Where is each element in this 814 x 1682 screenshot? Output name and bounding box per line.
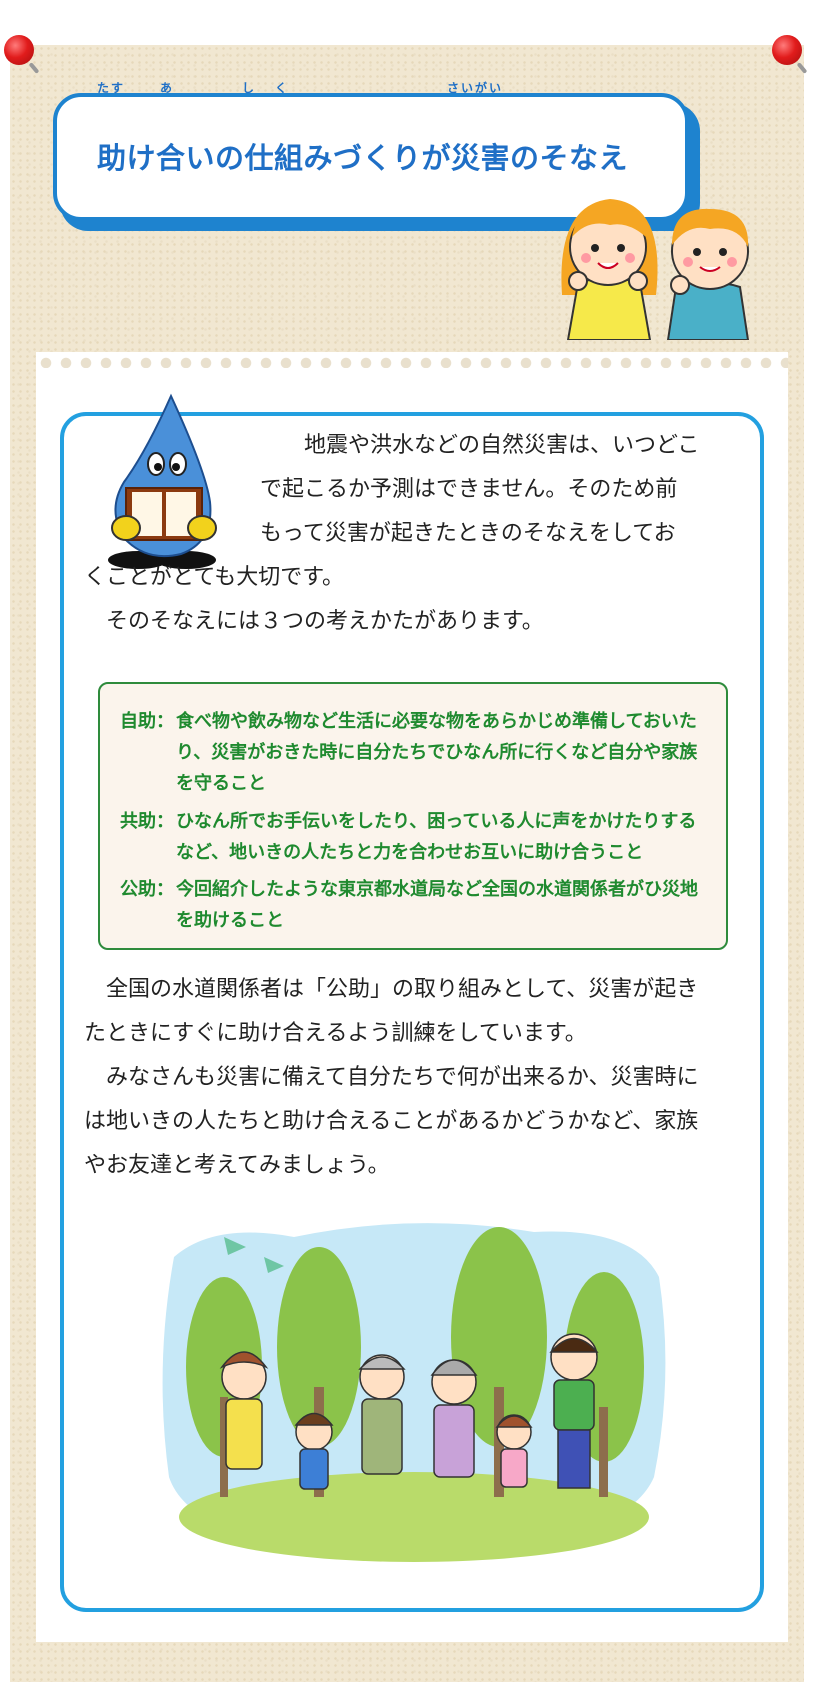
pushpin-icon bbox=[4, 35, 34, 65]
title-ruby: く bbox=[275, 81, 290, 95]
family-forest-illustration bbox=[162, 1223, 666, 1562]
closing-line: は地いきの人たちと助け合えることがあるかどうかなど、家族 bbox=[84, 1109, 699, 1134]
intro-line: そのそなえには３つの考えかたがあります。 bbox=[106, 609, 544, 634]
intro-line: 地震や洪水などの自然災害は、いつどこ bbox=[304, 433, 700, 458]
title-ruby: し bbox=[242, 81, 257, 95]
support-type-text: ひなん所でお手伝いをしたり、困っている人に声をかけたりするなど、地いきの人たちと… bbox=[176, 811, 697, 863]
support-type-text: 食べ物や飲み物など生活に必要な物をあらかじめ準備しておいたり、災害がおきた時に自… bbox=[176, 711, 698, 794]
intro-line: くことがとても大切です。 bbox=[84, 565, 345, 590]
support-type-label: 自助： bbox=[120, 711, 174, 732]
paper-perforation bbox=[36, 352, 788, 368]
support-type-label: 共助： bbox=[120, 811, 174, 832]
children-illustration bbox=[561, 199, 750, 340]
title-ruby: あ bbox=[160, 81, 175, 95]
support-type-self: 自助： 食べ物や飲み物など生活に必要な物をあらかじめ準備しておいたり、災害がおきた… bbox=[120, 706, 706, 799]
intro-line: で起こるか予測はできません。そのため前 bbox=[260, 477, 678, 502]
water-drop-mascot bbox=[108, 393, 217, 569]
page-title: 助け合いの仕組みづくりが災害のそなえ bbox=[97, 141, 629, 175]
closing-line: たときにすぐに助け合えるよう訓練をしています。 bbox=[84, 1021, 587, 1046]
support-type-mutual: 共助： ひなん所でお手伝いをしたり、困っている人に声をかけたりするなど、地いきの人… bbox=[120, 806, 706, 868]
support-type-public: 公助： 今回紹介したような東京都水道局など全国の水道関係者がひ災地を助けること bbox=[120, 874, 706, 936]
closing-line: やお友達と考えてみましょう。 bbox=[84, 1153, 390, 1178]
closing-line: 全国の水道関係者は「公助」の取り組みとして、災害が起き bbox=[106, 977, 699, 1002]
pushpin-icon bbox=[772, 35, 802, 65]
intro-line: もって災害が起きたときのそなえをしてお bbox=[260, 521, 676, 546]
title-ruby: さいがい bbox=[447, 81, 504, 95]
closing-line: みなさんも災害に備えて自分たちで何が出来るか、災害時に bbox=[106, 1065, 699, 1090]
support-type-label: 公助： bbox=[120, 879, 174, 900]
support-type-text: 今回紹介したような東京都水道局など全国の水道関係者がひ災地を助けること bbox=[176, 879, 698, 931]
title-ruby: たす bbox=[97, 81, 126, 95]
support-types-box: 自助： 食べ物や飲み物など生活に必要な物をあらかじめ準備しておいたり、災害がおきた… bbox=[98, 682, 728, 950]
content-paper: 地震や洪水などの自然災害は、いつどこ で起こるか予測はできません。そのため前 も… bbox=[36, 352, 788, 1642]
